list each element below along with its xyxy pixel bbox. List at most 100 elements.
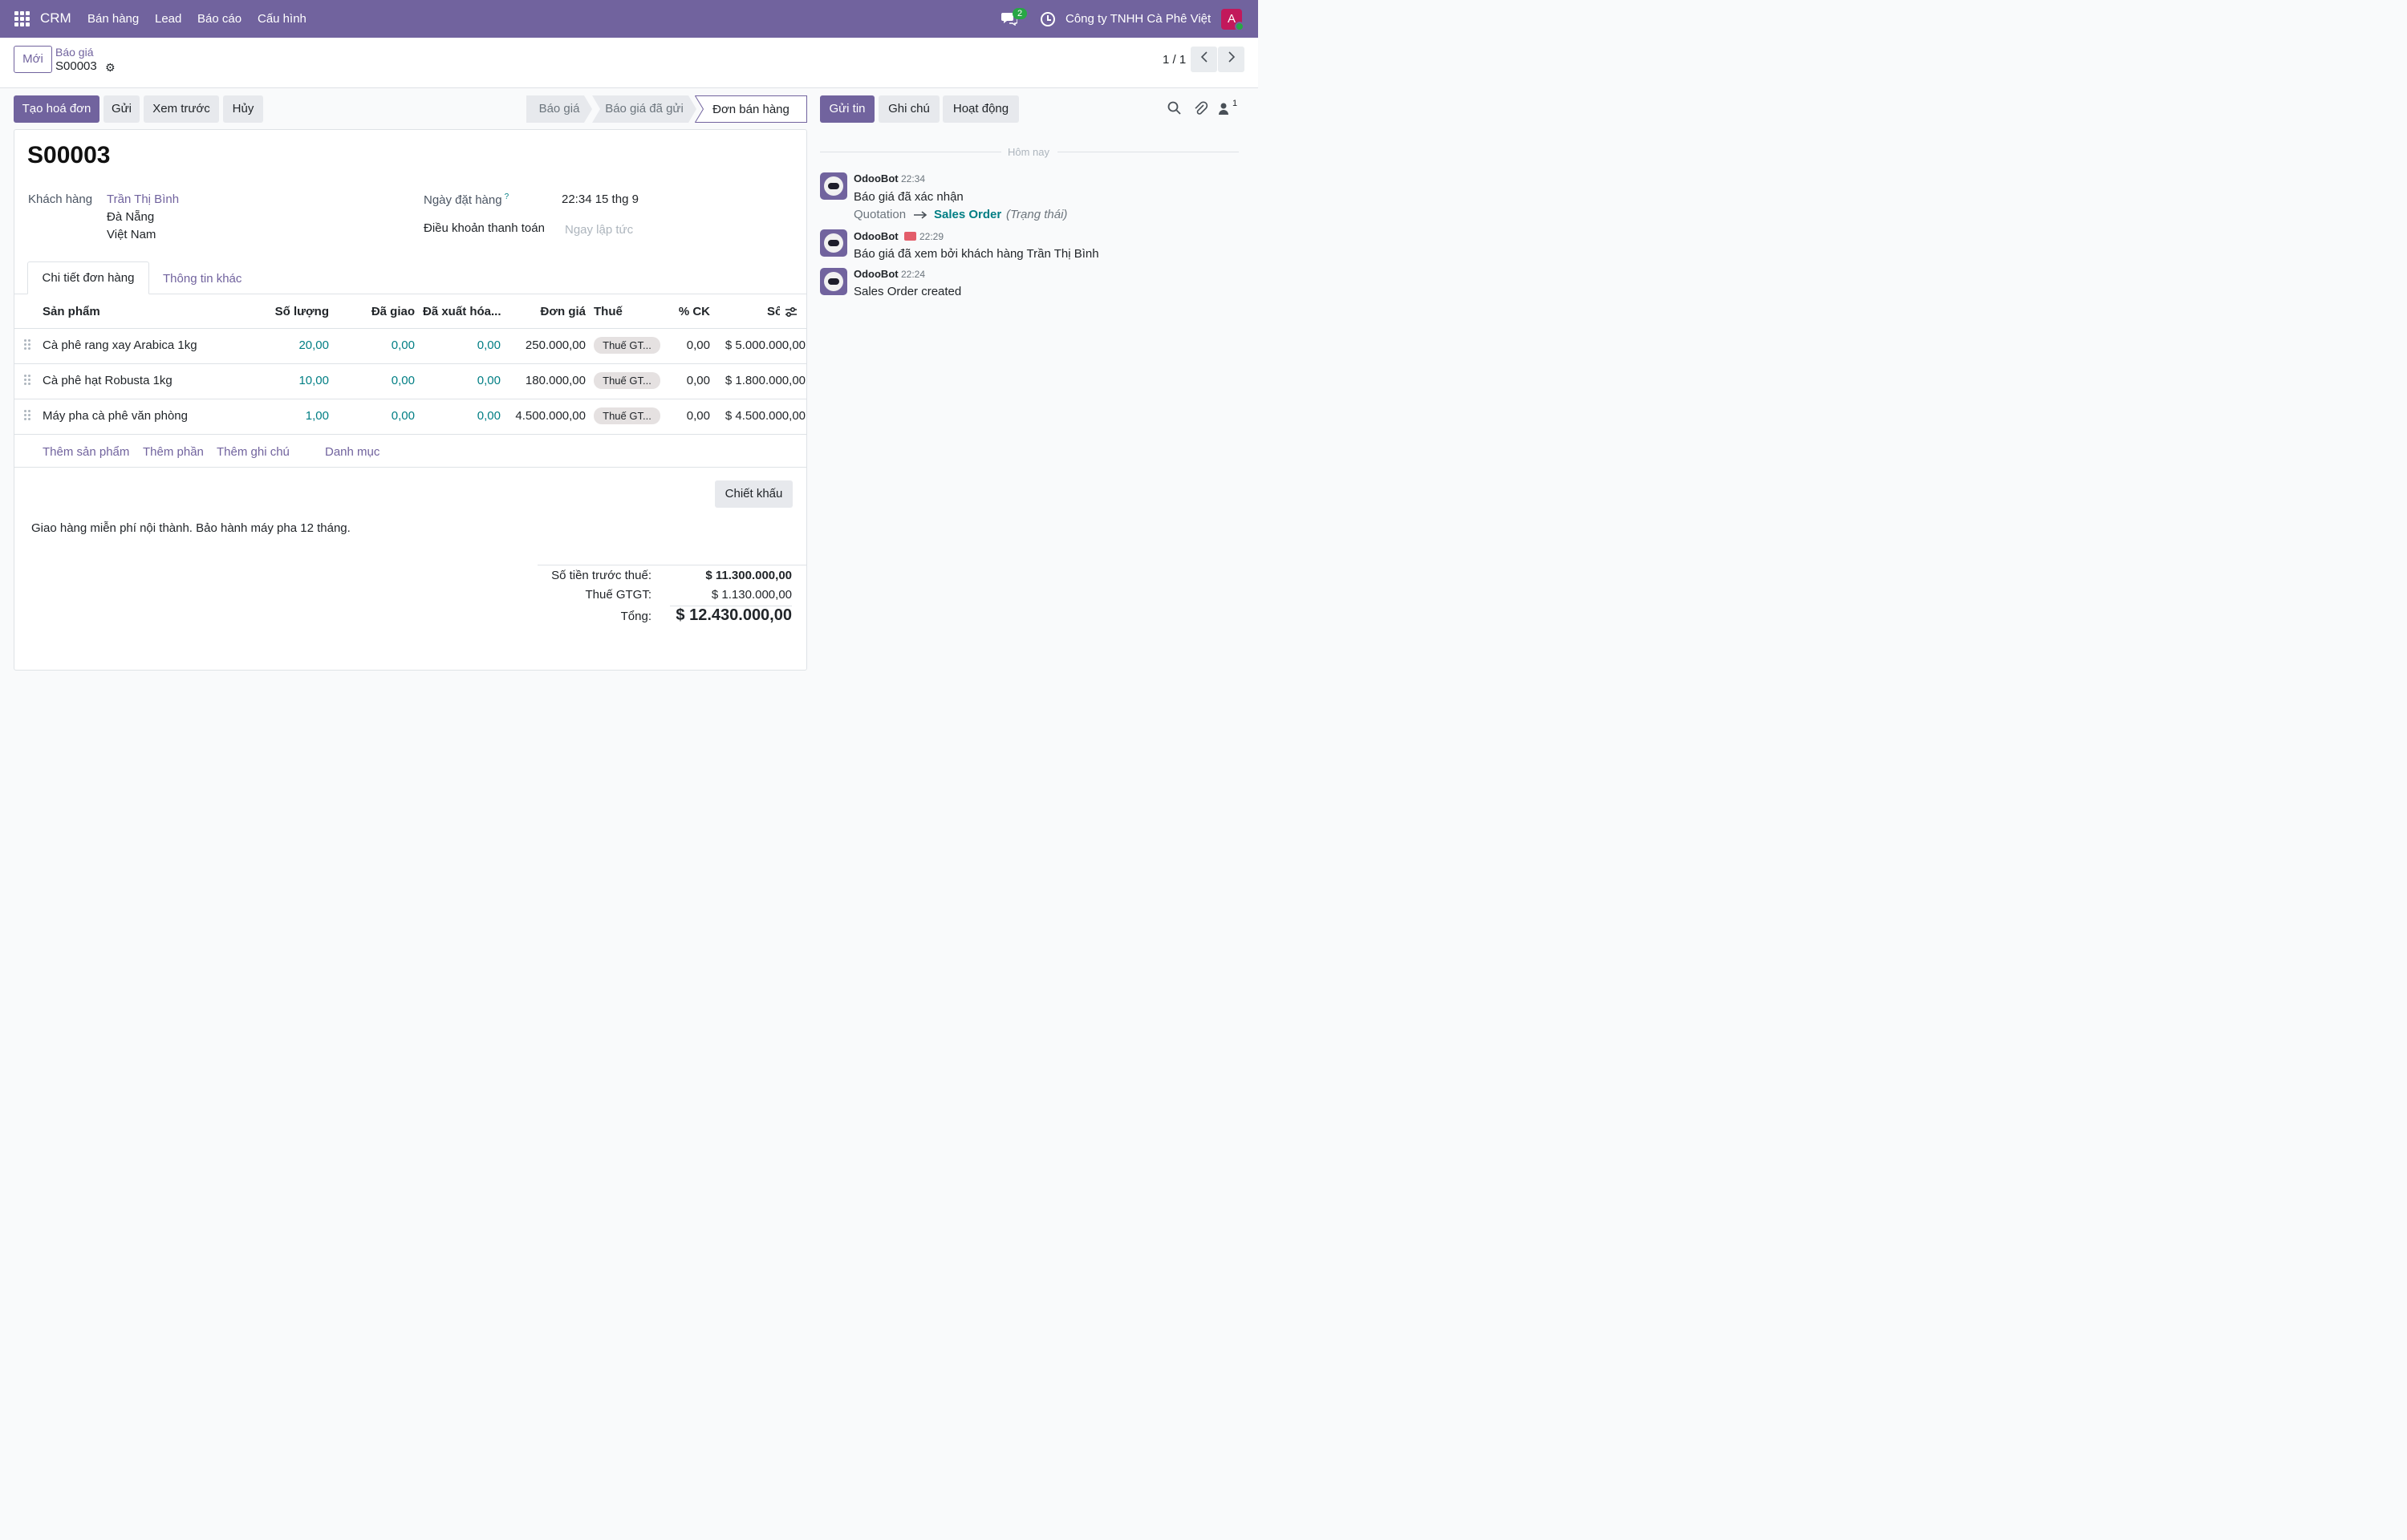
column-taxes[interactable]: Thuế [594,305,623,318]
gear-icon[interactable]: ⚙ [105,61,116,75]
table-row[interactable]: Cà phê hạt Robusta 1kg 10,00 0,00 0,00 1… [0,364,807,399]
send-message-button[interactable]: Gửi tin [820,95,875,123]
line-subtotal: $ 1.800.000,00 [725,374,806,387]
menu-sales[interactable]: Bán hàng [87,12,139,26]
order-date-label: Ngày đặt hàng? [424,192,509,207]
line-delivered[interactable]: 0,00 [350,374,415,387]
odoobot-avatar[interactable] [820,172,847,200]
terms-note[interactable]: Giao hàng miễn phí nội thành. Bảo hành m… [31,521,351,535]
line-discount[interactable]: 0,00 [658,338,710,352]
send-button[interactable]: Gửi [104,95,140,123]
line-product[interactable]: Máy pha cà phê văn phòng [43,409,188,423]
add-note-link[interactable]: Thêm ghi chú [217,445,290,459]
breadcrumb-quotations[interactable]: Báo giá [55,46,93,59]
follower-count: 1 [1232,99,1238,108]
add-section-link[interactable]: Thêm phần [143,445,204,459]
menu-configuration[interactable]: Cấu hình [258,12,306,26]
customer-country: Việt Nam [107,228,156,241]
line-delivered[interactable]: 0,00 [350,409,415,423]
line-discount[interactable]: 0,00 [658,409,710,423]
line-invoiced[interactable]: 0,00 [436,409,501,423]
arrow-right-icon [914,211,927,219]
app-brand[interactable]: CRM [40,10,71,26]
top-navbar: CRM Bán hàng Lead Báo cáo Cấu hình 2 Côn… [0,0,1258,38]
table-row[interactable]: Cà phê rang xay Arabica 1kg 20,00 0,00 0… [0,329,807,363]
line-tax-badge[interactable]: Thuế GT... [594,337,660,354]
message-author[interactable]: OdooBot [854,172,899,184]
envelope-icon [904,232,916,241]
stage-quotation[interactable]: Báo giá [526,95,592,123]
message-time: 22:34 [901,173,926,184]
line-product[interactable]: Cà phê rang xay Arabica 1kg [43,338,197,352]
column-product[interactable]: Sản phẩm [43,305,100,318]
untaxed-amount-label: Số tiền trước thuế: [551,569,651,582]
table-row[interactable]: Máy pha cà phê văn phòng 1,00 0,00 0,00 … [0,399,807,434]
column-quantity[interactable]: Số lượng [265,305,329,318]
catalog-link[interactable]: Danh mục [325,445,380,459]
line-tax-badge[interactable]: Thuế GT... [594,407,660,424]
payment-terms-label: Điều khoản thanh toán [424,221,545,235]
odoobot-avatar[interactable] [820,229,847,257]
line-discount[interactable]: 0,00 [658,374,710,387]
add-product-link[interactable]: Thêm sản phẩm [43,445,129,459]
customer-label: Khách hàng [28,192,93,206]
line-invoiced[interactable]: 0,00 [436,338,501,352]
column-discount[interactable]: % CK [658,305,710,318]
column-delivered[interactable]: Đã giao [350,305,415,318]
menu-lead[interactable]: Lead [155,12,181,26]
untaxed-amount-value: $ 11.300.000,00 [705,569,792,582]
create-invoice-button[interactable]: Tạo hoá đơn [14,95,99,123]
message-author[interactable]: OdooBot [854,268,899,280]
paperclip-icon[interactable] [1192,100,1208,116]
column-invoiced[interactable]: Đã xuất hóa... [423,305,501,318]
odoobot-avatar[interactable] [820,268,847,295]
optional-columns-icon[interactable] [785,306,798,318]
followers-icon[interactable] [1218,100,1229,116]
line-invoiced[interactable]: 0,00 [436,374,501,387]
line-subtotal: $ 4.500.000,00 [725,409,806,423]
message-author[interactable]: OdooBot [854,230,899,242]
log-note-button[interactable]: Ghi chú [879,95,940,123]
tab-other-info[interactable]: Thông tin khác [163,272,242,286]
company-switcher[interactable]: Công ty TNHH Cà Phê Việt [1065,12,1211,26]
customer-name-link[interactable]: Trần Thị Bình [107,192,179,206]
message-time: 22:24 [901,269,926,280]
message-body: Báo giá đã xác nhận [854,190,964,204]
tax-amount-label: Thuế GTGT: [585,588,651,602]
line-quantity[interactable]: 20,00 [265,338,329,352]
cancel-button[interactable]: Hủy [223,95,263,123]
line-unit-price[interactable]: 180.000,00 [497,374,586,387]
line-unit-price[interactable]: 4.500.000,00 [497,409,586,423]
tracking-field-name: (Trạng thái) [1006,208,1068,221]
drag-handle-icon[interactable] [24,375,30,386]
menu-reports[interactable]: Báo cáo [197,12,242,26]
order-date-field[interactable]: 22:34 15 thg 9 [562,192,639,206]
stage-quotation-sent[interactable]: Báo giá đã gửi [592,95,696,123]
line-quantity[interactable]: 10,00 [265,374,329,387]
preview-button[interactable]: Xem trước [144,95,219,123]
line-product[interactable]: Cà phê hạt Robusta 1kg [43,374,173,387]
pager-value[interactable]: 1 / 1 [1163,53,1186,67]
drag-handle-icon[interactable] [24,339,30,351]
activities-button[interactable]: Hoạt động [943,95,1019,123]
chevron-left-icon [1200,51,1208,63]
drag-handle-icon[interactable] [24,410,30,421]
help-tooltip-icon[interactable]: ? [505,192,509,201]
line-tax-badge[interactable]: Thuế GT... [594,372,660,389]
pager-previous-button[interactable] [1191,47,1217,72]
tracking-old-value: Quotation [854,208,907,221]
column-subtotal[interactable]: Số [767,305,780,318]
tab-order-lines[interactable]: Chi tiết đơn hàng [27,261,149,294]
new-button[interactable]: Mới [14,46,52,73]
line-delivered[interactable]: 0,00 [350,338,415,352]
activity-clock-icon[interactable] [1041,12,1055,26]
discount-button[interactable]: Chiết khấu [715,480,793,508]
apps-grid-icon[interactable] [14,11,30,26]
payment-terms-field[interactable]: Ngay lập tức [565,223,633,237]
stage-sales-order[interactable]: Đơn bán hàng [695,95,807,123]
line-unit-price[interactable]: 250.000,00 [497,338,586,352]
search-icon[interactable] [1167,100,1183,116]
pager-next-button[interactable] [1218,47,1244,72]
column-unit-price[interactable]: Đơn giá [522,305,587,318]
line-quantity[interactable]: 1,00 [265,409,329,423]
